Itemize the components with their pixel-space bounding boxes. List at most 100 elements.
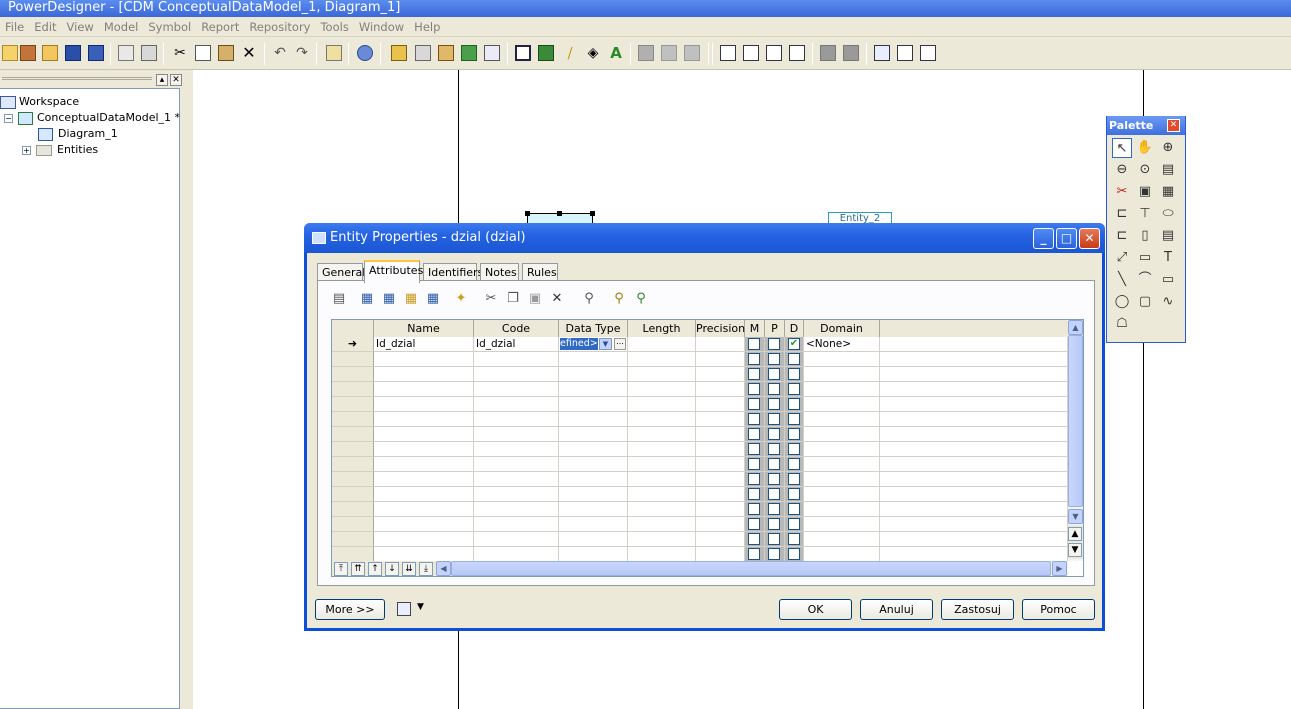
dialog-title-bar[interactable]: Entity Properties - dzial (dzial) _ □ ✕ [304,223,1105,253]
cell-precision[interactable] [696,397,745,412]
row-down-icon[interactable]: ▼ [1068,543,1082,557]
zoom-out-icon[interactable]: ⊖ [1112,160,1132,180]
cell-code[interactable] [474,442,559,457]
cell-data-type[interactable] [559,517,628,532]
cell-displayed[interactable] [785,382,804,397]
vertical-scroll-thumb[interactable] [1068,335,1083,507]
cell-primary[interactable] [765,367,785,382]
menu-tools[interactable]: Tools [315,17,353,34]
cell-mandatory[interactable] [745,547,765,562]
cancel-button[interactable]: Anuluj [860,599,933,620]
cell-primary[interactable] [765,487,785,502]
maximize-pane-icon[interactable]: ▴ [156,74,168,86]
cell-length[interactable] [628,547,696,562]
print-icon[interactable] [141,45,157,61]
list-view-icon[interactable] [743,45,759,61]
row-header[interactable] [332,472,374,487]
cell-code[interactable] [474,367,559,382]
cell-domain[interactable] [804,517,880,532]
cell-data-type[interactable] [559,487,628,502]
find-icon[interactable]: ⚲ [580,291,598,309]
cell-domain[interactable] [804,352,880,367]
cell-displayed[interactable]: ✔ [785,337,804,352]
cell-displayed[interactable] [785,412,804,427]
checkbox[interactable] [748,413,760,425]
cell-length[interactable] [628,352,696,367]
cell-domain[interactable] [804,532,880,547]
cell-mandatory[interactable] [745,337,765,352]
checkbox[interactable] [768,518,780,530]
checkbox[interactable] [788,473,800,485]
rounded-tool-icon[interactable]: ▭ [1135,248,1155,268]
cell-precision[interactable] [696,382,745,397]
cell-domain[interactable] [804,427,880,442]
add-row-icon[interactable]: ▦ [358,291,376,309]
pen-icon[interactable]: / [562,45,578,61]
menu-edit[interactable]: Edit [29,17,61,34]
cell-mandatory[interactable] [745,517,765,532]
cell-name[interactable] [374,367,474,382]
row-up-icon[interactable]: ▲ [1068,527,1082,541]
row-header[interactable] [332,517,374,532]
cell-displayed[interactable] [785,367,804,382]
tree-item-entities[interactable]: + Entities [22,143,98,157]
cell-data-type[interactable] [559,382,628,397]
cell-displayed[interactable] [785,502,804,517]
cell-data-type[interactable] [559,397,628,412]
pointer-tool-icon[interactable]: ↖ [1112,138,1132,158]
checkbox[interactable] [788,413,800,425]
checkbox[interactable] [748,443,760,455]
cell-mandatory[interactable] [745,382,765,397]
checkbox[interactable] [748,518,760,530]
cell-domain[interactable] [804,487,880,502]
cell-displayed[interactable] [785,472,804,487]
selection-handle[interactable] [590,211,595,216]
menu-file[interactable]: File [0,17,29,34]
cell-name[interactable] [374,472,474,487]
checkbox[interactable] [788,428,800,440]
copy-icon[interactable] [195,45,211,61]
cell-mandatory[interactable] [745,502,765,517]
move-page-up-icon[interactable]: ⇈ [351,562,365,576]
detail-view-icon[interactable] [766,45,782,61]
cell-precision[interactable] [696,502,745,517]
expand-icon[interactable]: + [22,145,31,155]
object-browser-tree[interactable]: Workspace − ConceptualDataModel_1 * Diagr… [0,88,180,709]
delete-icon[interactable]: ✕ [548,291,566,309]
output-window-icon[interactable] [897,45,913,61]
cell-data-type[interactable] [559,442,628,457]
cell-length[interactable] [628,367,696,382]
cell-primary[interactable] [765,502,785,517]
cell-length[interactable] [628,442,696,457]
row-header[interactable] [332,547,374,562]
cell-domain[interactable] [804,502,880,517]
move-up-icon[interactable]: ↑ [368,562,382,576]
cell-code[interactable] [474,382,559,397]
cell-length[interactable] [628,412,696,427]
cell-name[interactable] [374,517,474,532]
cell-length[interactable] [628,472,696,487]
fill-icon[interactable]: ◈ [585,45,601,61]
properties-icon[interactable]: ▤ [330,291,348,309]
cell-length[interactable] [628,487,696,502]
checkbox[interactable] [768,338,780,350]
cell-domain[interactable] [804,397,880,412]
checkbox[interactable] [748,338,760,350]
data-type-combo-value[interactable]: efined> [560,338,598,350]
open-folder-icon[interactable] [42,45,58,61]
cell-precision[interactable] [696,427,745,442]
checkbox[interactable] [768,488,780,500]
move-top-icon[interactable]: ⤒ [334,562,348,576]
checkbox[interactable] [788,548,800,560]
redo-icon[interactable]: ↷ [294,45,310,61]
delete-icon[interactable]: ✕ [241,45,257,61]
checkbox[interactable] [788,533,800,545]
save-all-icon[interactable] [88,45,104,61]
row-header[interactable] [332,382,374,397]
cell-precision[interactable] [696,457,745,472]
apply-button[interactable]: Zastosuj [941,599,1014,620]
selection-handle[interactable] [525,211,530,216]
checkbox[interactable] [748,488,760,500]
selection-handle[interactable] [557,211,562,216]
tree-item-model[interactable]: − ConceptualDataModel_1 * [4,111,180,125]
